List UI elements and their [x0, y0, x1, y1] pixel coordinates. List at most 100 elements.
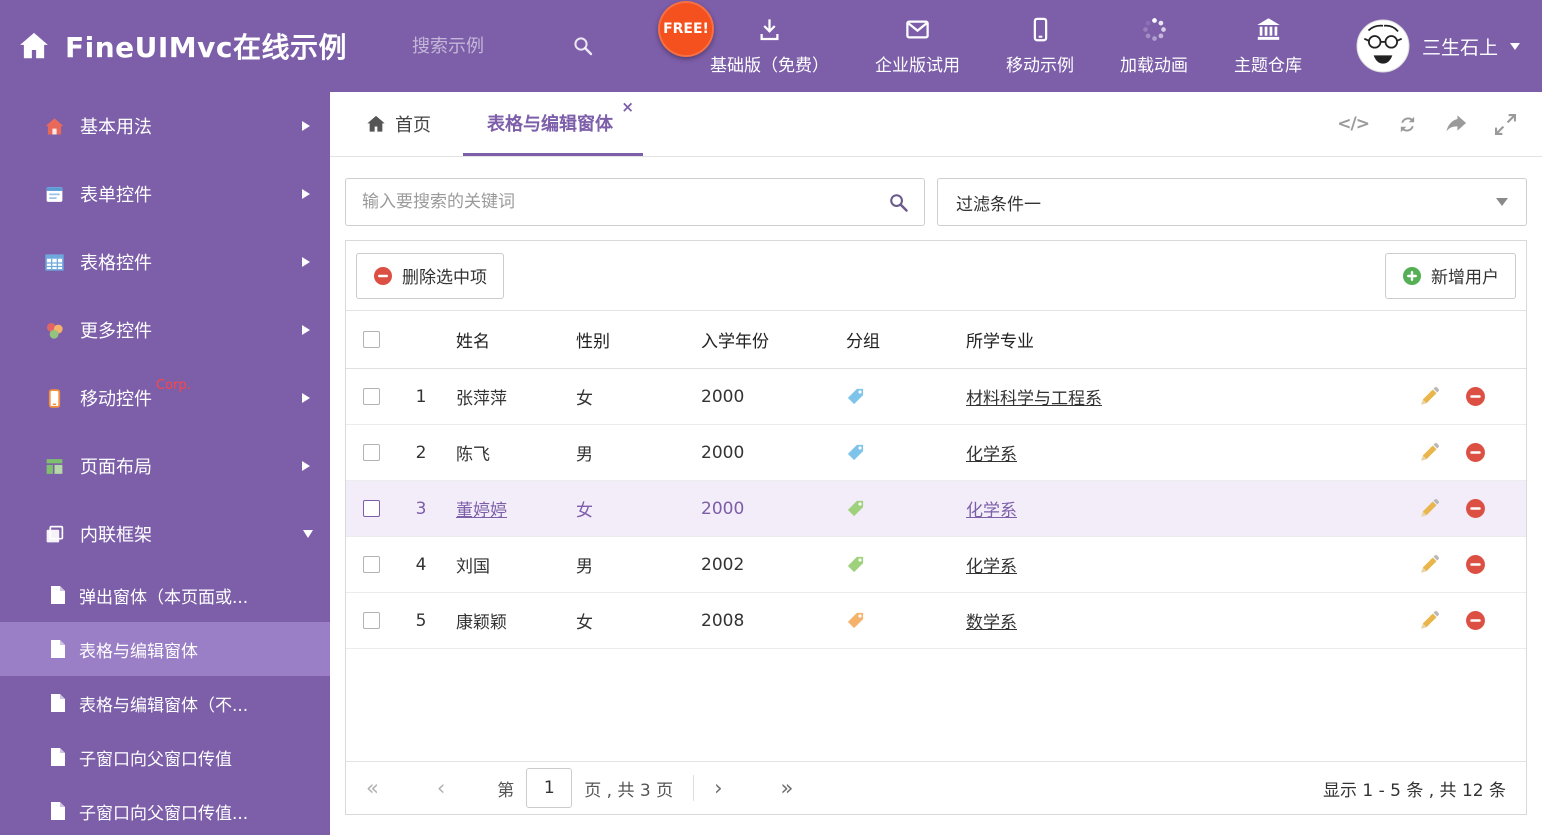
caret-down-icon — [1496, 198, 1508, 206]
cell-gender: 女 — [576, 613, 593, 633]
sidebar-subitem-child-to-parent-2[interactable]: 子窗口向父窗口传值... — [0, 784, 330, 835]
tag-icon[interactable] — [846, 443, 865, 462]
row-checkbox[interactable] — [362, 612, 380, 629]
cell-year: 2000 — [701, 442, 745, 463]
sidebar-subitem-child-to-parent[interactable]: 子窗口向父窗口传值 — [0, 730, 330, 784]
sidebar-subitem-grid-edit-window-2[interactable]: 表格与编辑窗体（不... — [0, 676, 330, 730]
bank-icon — [1256, 18, 1280, 40]
delete-icon[interactable] — [1465, 442, 1486, 463]
sidebar-item-mobile-controls[interactable]: 移动控件 Corp. — [0, 364, 330, 432]
sidebar-subitem-label: 弹出窗体（本页面或... — [79, 587, 249, 608]
row-checkbox[interactable] — [362, 388, 380, 405]
tag-icon[interactable] — [846, 499, 865, 518]
cell-year: 2000 — [701, 386, 745, 407]
share-icon[interactable] — [1446, 114, 1467, 135]
sidebar-subitem-label: 表格与编辑窗体 — [79, 641, 198, 662]
nav-item-enterprise-trial[interactable]: 企业版试用 — [875, 0, 960, 92]
record-summary: 显示 1 - 5 条 , 共 12 条 — [1322, 780, 1506, 801]
cell-gender: 男 — [576, 557, 593, 577]
add-user-button[interactable]: 新增用户 — [1385, 252, 1516, 299]
sidebar-item-basic-usage[interactable]: 基本用法 — [0, 92, 330, 160]
edit-icon[interactable] — [1419, 610, 1440, 631]
sidebar-item-label: 表单控件 — [80, 185, 152, 206]
major-link[interactable]: 化学系 — [966, 501, 1017, 521]
page-number-input[interactable] — [526, 768, 573, 808]
cell-name: 康颖颖 — [456, 613, 507, 633]
tag-icon[interactable] — [846, 555, 865, 574]
table-row[interactable]: 2 陈飞 男 2000 化学系 — [346, 425, 1526, 481]
home-icon — [367, 115, 385, 132]
delete-icon[interactable] — [1465, 386, 1486, 407]
table-row[interactable]: 5 康颖颖 女 2008 数学系 — [346, 593, 1526, 649]
nav-item-theme-store[interactable]: 主题仓库 — [1234, 0, 1302, 92]
edit-icon[interactable] — [1419, 498, 1440, 519]
row-index: 5 — [415, 610, 427, 631]
row-checkbox[interactable] — [362, 500, 380, 517]
sidebar-item-label: 表格控件 — [80, 253, 152, 274]
major-link[interactable]: 化学系 — [966, 445, 1017, 465]
file-icon — [51, 802, 65, 820]
sidebar-item-label: 更多控件 — [80, 321, 152, 342]
sidebar-subitem-grid-edit-window[interactable]: 表格与编辑窗体 — [0, 622, 330, 676]
refresh-icon[interactable] — [1397, 114, 1418, 135]
header-nav: FREE! 基础版（免费） 企业版试用 移动示例 加载动画 主题仓库 — [658, 0, 1302, 92]
table-row[interactable]: 4 刘国 男 2002 化学系 — [346, 537, 1526, 593]
edit-icon[interactable] — [1419, 442, 1440, 463]
delete-selected-label: 删除选中项 — [402, 268, 487, 288]
search-icon[interactable] — [888, 192, 909, 213]
header-search-input[interactable] — [412, 35, 572, 57]
tab-grid-edit-window[interactable]: 表格与编辑窗体 × — [463, 92, 643, 156]
table-row[interactable]: 1 张萍萍 女 2000 材料科学与工程系 — [346, 369, 1526, 425]
row-checkbox[interactable] — [362, 556, 380, 573]
sidebar-item-more-controls[interactable]: 更多控件 — [0, 296, 330, 364]
plus-circle-icon — [1403, 266, 1421, 285]
cell-year: 2002 — [701, 554, 745, 575]
form-icon — [46, 186, 63, 202]
table-empty-area — [346, 649, 1526, 761]
nav-item-mobile-demo[interactable]: 移动示例 — [1006, 0, 1074, 92]
delete-icon[interactable] — [1465, 554, 1486, 575]
major-link[interactable]: 材料科学与工程系 — [966, 389, 1102, 409]
next-page-icon[interactable]: › — [714, 777, 722, 799]
sidebar-item-grid-controls[interactable]: 表格控件 — [0, 228, 330, 296]
sidebar-item-page-layout[interactable]: 页面布局 — [0, 432, 330, 500]
delete-selected-button[interactable]: 删除选中项 — [356, 252, 504, 299]
last-page-icon[interactable]: » — [781, 777, 794, 799]
major-link[interactable]: 数学系 — [966, 613, 1017, 633]
tab-home[interactable]: 首页 — [348, 92, 449, 156]
search-icon[interactable] — [572, 35, 594, 57]
first-page-icon[interactable]: « — [366, 777, 379, 799]
table-row-selected[interactable]: 3 董婷婷 女 2000 化学系 — [346, 481, 1526, 537]
nav-item-basic-edition[interactable]: FREE! 基础版（免费） — [658, 0, 829, 92]
page-label-suffix: 页 , 共 3 页 — [584, 780, 674, 801]
brand[interactable]: FineUIMvc在线示例 — [0, 26, 412, 66]
expand-icon[interactable] — [1495, 113, 1516, 135]
select-all-checkbox[interactable] — [362, 331, 380, 348]
sidebar-item-inline-frame[interactable]: 内联框架 — [0, 500, 330, 568]
sidebar: 基本用法 表单控件 表格控件 更多控件 移动控件 Corp. 页面布局 内联框架… — [0, 92, 330, 835]
tag-icon[interactable] — [846, 387, 865, 406]
sidebar-subitem-label: 表格与编辑窗体（不... — [79, 695, 249, 716]
nav-item-loading-animation[interactable]: 加载动画 — [1120, 0, 1188, 92]
filter-dropdown[interactable]: 过滤条件一 — [937, 178, 1527, 226]
edit-icon[interactable] — [1419, 554, 1440, 575]
username: 三生石上 — [1421, 36, 1498, 59]
sidebar-item-form-controls[interactable]: 表单控件 — [0, 160, 330, 228]
keyword-search-input[interactable] — [346, 192, 888, 212]
user-menu[interactable]: 三生石上 — [1356, 19, 1520, 73]
row-index: 4 — [415, 554, 427, 575]
major-link[interactable]: 化学系 — [966, 557, 1017, 577]
sidebar-subitem-popup-window[interactable]: 弹出窗体（本页面或... — [0, 568, 330, 622]
add-user-label: 新增用户 — [1431, 268, 1499, 288]
row-index: 2 — [415, 442, 427, 463]
row-checkbox[interactable] — [362, 444, 380, 461]
close-icon[interactable]: × — [621, 98, 634, 116]
cell-name: 陈飞 — [456, 445, 490, 465]
prev-page-icon[interactable]: ‹ — [437, 777, 445, 799]
cell-name: 刘国 — [456, 557, 490, 577]
tag-icon[interactable] — [846, 611, 865, 630]
delete-icon[interactable] — [1465, 498, 1486, 519]
edit-icon[interactable] — [1419, 386, 1440, 407]
code-icon[interactable]: </> — [1337, 114, 1370, 134]
delete-icon[interactable] — [1465, 610, 1486, 631]
